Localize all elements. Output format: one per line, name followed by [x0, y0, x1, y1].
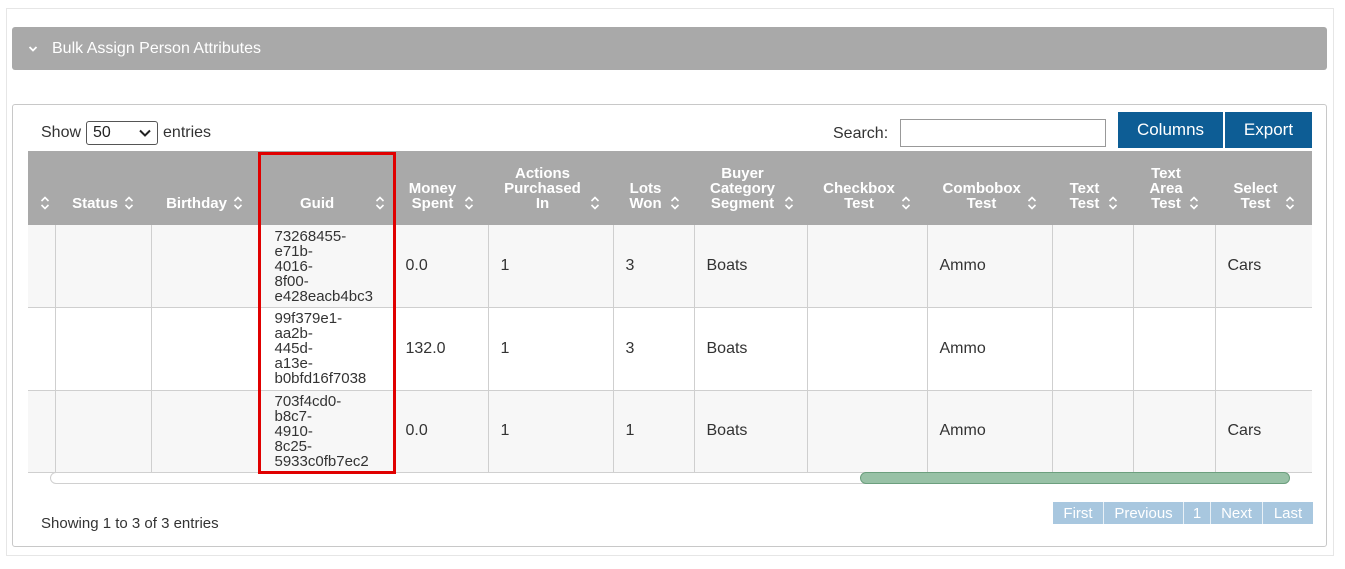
table-cell-actions-purchased-in: 1 [488, 307, 614, 391]
column-header-checkbox-test[interactable]: Checkbox Test [807, 151, 927, 225]
sort-icon [40, 196, 49, 210]
table-cell-lots-won: 3 [613, 307, 695, 391]
table-cell-status [55, 307, 152, 391]
column-header[interactable] [28, 151, 55, 225]
table-cell [28, 307, 56, 391]
column-header-birthday[interactable]: Birthday [151, 151, 258, 225]
sort-icon [1027, 196, 1036, 210]
table-row[interactable]: 703f4cd0- b8c7- 4910- 8c25- 5933c0fb7ec2 0.0… [28, 390, 1312, 473]
sort-icon [233, 196, 242, 210]
table-cell-text-area-test [1133, 390, 1216, 473]
table-cell-text-test [1052, 307, 1134, 391]
table-cell [28, 225, 56, 308]
table-cell-buyer-category-segment: Boats [694, 307, 808, 391]
page-size-control: Show 50 entries [41, 121, 211, 145]
table-cell-checkbox-test [807, 307, 928, 391]
table-cell-combobox-test: Ammo [927, 225, 1053, 308]
table-cell-select-test: Cars [1215, 225, 1312, 308]
sort-icon [124, 196, 133, 210]
pagination-next[interactable]: Next [1211, 502, 1263, 524]
column-header-guid[interactable]: Guid [258, 151, 393, 225]
export-button[interactable]: Export [1225, 112, 1312, 148]
table-cell-combobox-test: Ammo [927, 307, 1053, 391]
table-cell-money-spent: 0.0 [393, 390, 489, 473]
table-cell-text-test [1052, 225, 1134, 308]
pagination-page-1[interactable]: 1 [1184, 502, 1211, 524]
sort-icon [670, 196, 679, 210]
pagination: First Previous 1 Next Last [1053, 502, 1313, 524]
column-header-text-area-test[interactable]: Text Area Test [1133, 151, 1215, 225]
table-cell-text-area-test [1133, 225, 1216, 308]
table-cell-status [55, 390, 152, 473]
table-cell-birthday [151, 307, 259, 391]
sort-icon [464, 196, 473, 210]
table-cell-status [55, 225, 152, 308]
sort-icon [1189, 196, 1199, 210]
table-row[interactable]: 99f379e1- aa2b- 445d-a13e-b0bfd16f7038 132… [28, 307, 1312, 391]
table-cell-guid: 73268455- e71b- 4016- 8f00- e428eacb4bc3 [258, 225, 394, 308]
table-info: Showing 1 to 3 of 3 entries [41, 515, 219, 532]
pagination-last[interactable]: Last [1263, 502, 1313, 524]
column-header-money-spent[interactable]: Money Spent [393, 151, 488, 225]
column-header-lots-won[interactable]: Lots Won [613, 151, 694, 225]
page-size-value: 50 [93, 124, 111, 141]
sort-icon [375, 196, 385, 210]
table-cell-money-spent: 0.0 [393, 225, 489, 308]
pagination-previous[interactable]: Previous [1104, 502, 1184, 524]
table-cell-birthday [151, 225, 259, 308]
columns-button[interactable]: Columns [1118, 112, 1223, 148]
data-table: Status Birthday Guid Money Spent Actions… [28, 151, 1312, 473]
column-header-combobox-test[interactable]: Combobox Test [927, 151, 1052, 225]
sort-icon [784, 196, 793, 210]
table-cell [28, 390, 56, 473]
accordion-header[interactable]: Bulk Assign Person Attributes [12, 27, 1327, 70]
horizontal-scrollbar-thumb[interactable] [860, 472, 1290, 484]
table-cell-text-area-test [1133, 307, 1216, 391]
column-header-status[interactable]: Status [55, 151, 151, 225]
sort-icon [1108, 196, 1117, 210]
table-cell-lots-won: 3 [613, 225, 695, 308]
table-cell-checkbox-test [807, 390, 928, 473]
column-header-text-test[interactable]: Text Test [1052, 151, 1133, 225]
table-cell-actions-purchased-in: 1 [488, 225, 614, 308]
sort-icon [1285, 196, 1294, 210]
accordion-title: Bulk Assign Person Attributes [52, 39, 261, 57]
header-row: Status Birthday Guid Money Spent Actions… [28, 151, 1312, 225]
entries-label: entries [163, 124, 212, 141]
column-header-select-test[interactable]: Select Test [1215, 151, 1312, 225]
table-row[interactable]: 73268455- e71b- 4016- 8f00- e428eacb4bc3 0.0… [28, 225, 1312, 308]
table-cell-select-test [1215, 307, 1312, 391]
column-header-buyer-category-segment[interactable]: Buyer Category Segment [694, 151, 807, 225]
chevron-down-icon [139, 129, 151, 137]
sort-icon [590, 196, 599, 210]
table-cell-buyer-category-segment: Boats [694, 390, 808, 473]
chevron-down-icon [28, 45, 38, 52]
table-cell-combobox-test: Ammo [927, 390, 1053, 473]
table-scroll-area: Status Birthday Guid Money Spent Actions… [28, 151, 1312, 473]
pagination-first[interactable]: First [1053, 502, 1104, 524]
table-cell-guid: 99f379e1- aa2b- 445d-a13e-b0bfd16f7038 [258, 307, 394, 391]
table-cell-money-spent: 132.0 [393, 307, 489, 391]
table-cell-guid: 703f4cd0- b8c7- 4910- 8c25- 5933c0fb7ec2 [258, 390, 394, 473]
show-label: Show [41, 124, 82, 141]
table-cell-lots-won: 1 [613, 390, 695, 473]
table-cell-select-test: Cars [1215, 390, 1312, 473]
table-cell-checkbox-test [807, 225, 928, 308]
sort-icon [901, 196, 911, 210]
table-cell-actions-purchased-in: 1 [488, 390, 614, 473]
search-input[interactable] [900, 119, 1106, 147]
search-label: Search: [833, 125, 889, 142]
column-header-actions-purchased-in[interactable]: Actions Purchased In [488, 151, 613, 225]
table-cell-text-test [1052, 390, 1134, 473]
table-cell-buyer-category-segment: Boats [694, 225, 808, 308]
table-cell-birthday [151, 390, 259, 473]
page-size-select[interactable]: 50 [86, 121, 159, 145]
